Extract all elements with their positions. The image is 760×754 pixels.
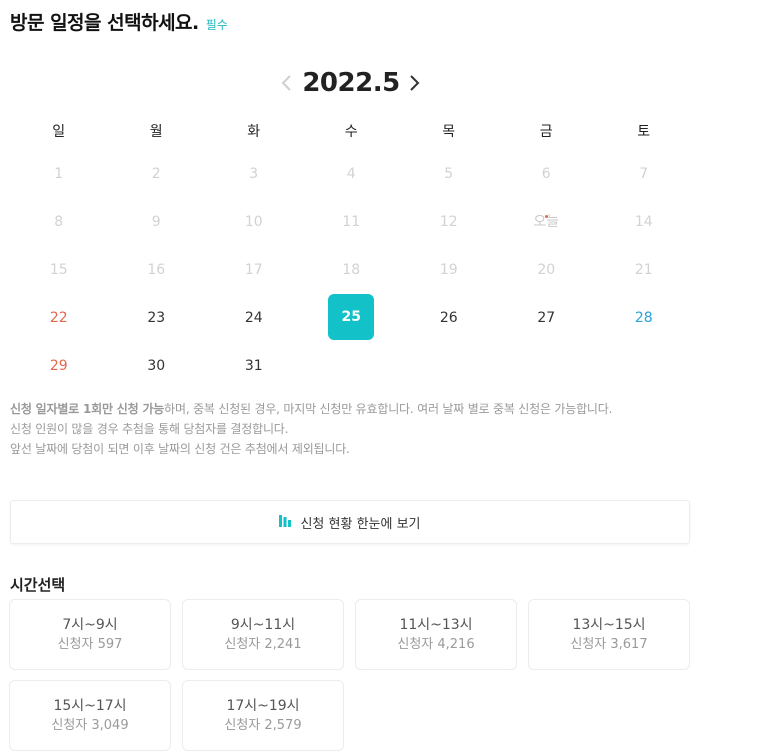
status-overview-button[interactable]: 신청 현황 한눈에 보기 bbox=[10, 500, 690, 544]
day-9: 9 bbox=[151, 214, 161, 230]
empty-cell bbox=[303, 342, 401, 390]
day-24[interactable]: 24 bbox=[205, 294, 303, 342]
day-16: 16 bbox=[147, 262, 166, 278]
slot-count: 신청자 2,241 bbox=[224, 636, 302, 652]
day-17: 17 bbox=[244, 262, 263, 278]
slot-count: 신청자 597 bbox=[57, 636, 123, 652]
chevron-right-icon bbox=[410, 75, 420, 91]
day-5: 5 bbox=[444, 166, 454, 182]
day-3: 3 bbox=[249, 166, 259, 182]
time-slot[interactable]: 13시~15시 신청자 3,617 bbox=[528, 599, 690, 670]
day-11: 11 bbox=[342, 214, 361, 230]
status-button-label: 신청 현황 한눈에 보기 bbox=[300, 516, 421, 532]
day-13-today: 오늘 bbox=[498, 198, 596, 246]
day-2: 2 bbox=[151, 166, 161, 182]
today-dot-icon bbox=[544, 215, 548, 218]
notice-text: 신청 일자별로 1회만 신청 가능하며, 중복 신청된 경우, 마지막 신청만 … bbox=[10, 399, 690, 459]
time-slot[interactable]: 11시~13시 신청자 4,216 bbox=[355, 599, 517, 670]
header: 방문 일정을 선택하세요. 필수 bbox=[10, 8, 228, 35]
day-12: 12 bbox=[439, 214, 458, 230]
slot-time: 9시~11시 bbox=[230, 616, 296, 633]
notice-line-2: 신청 인원이 많을 경우 추첨을 통해 당첨자를 결정합니다. bbox=[10, 422, 289, 436]
time-section-title: 시간선택 bbox=[10, 576, 66, 594]
bar-chart-icon bbox=[279, 514, 293, 531]
weekday-fri: 금 bbox=[539, 124, 553, 140]
empty-cell bbox=[595, 342, 693, 390]
day-30[interactable]: 30 bbox=[108, 342, 206, 390]
slot-time: 17시~19시 bbox=[226, 697, 300, 714]
slot-count: 신청자 4,216 bbox=[397, 636, 475, 652]
month-label: 2022.5 bbox=[302, 68, 400, 98]
calendar: 일 월 화 수 목 금 토 1 2 3 4 5 6 7 8 9 10 11 12… bbox=[10, 114, 692, 390]
slot-time: 11시~13시 bbox=[399, 616, 473, 633]
notice-bold: 신청 일자별로 1회만 신청 가능 bbox=[10, 402, 165, 416]
weekday-sat: 토 bbox=[637, 124, 651, 140]
slot-count: 신청자 3,617 bbox=[570, 636, 648, 652]
notice-line-1: 신청 일자별로 1회만 신청 가능하며, 중복 신청된 경우, 마지막 신청만 … bbox=[10, 399, 690, 419]
slot-count: 신청자 2,579 bbox=[224, 717, 302, 733]
day-22[interactable]: 22 bbox=[10, 294, 108, 342]
weekday-sun: 일 bbox=[52, 124, 66, 140]
day-6: 6 bbox=[541, 166, 551, 182]
day-20: 20 bbox=[537, 262, 556, 278]
notice-line-3: 앞선 날짜에 당첨이 되면 이후 날짜의 신청 건은 추첨에서 제외됩니다. bbox=[10, 442, 350, 456]
day-23[interactable]: 23 bbox=[108, 294, 206, 342]
day-27[interactable]: 27 bbox=[498, 294, 596, 342]
time-slot[interactable]: 17시~19시 신청자 2,579 bbox=[182, 680, 344, 751]
weekday-mon: 월 bbox=[149, 124, 163, 140]
calendar-days: 1 2 3 4 5 6 7 8 9 10 11 12 오늘 14 15 16 1… bbox=[10, 150, 692, 390]
time-slot[interactable]: 7시~9시 신청자 597 bbox=[9, 599, 171, 670]
required-badge: 필수 bbox=[205, 18, 228, 32]
day-21: 21 bbox=[634, 262, 653, 278]
day-19: 19 bbox=[439, 262, 458, 278]
page-title: 방문 일정을 선택하세요. bbox=[10, 12, 199, 34]
empty-cell bbox=[400, 342, 498, 390]
weekday-wed: 수 bbox=[344, 124, 358, 140]
next-month-button[interactable] bbox=[402, 68, 426, 98]
day-31[interactable]: 31 bbox=[205, 342, 303, 390]
day-10: 10 bbox=[244, 214, 263, 230]
weekday-header: 일 월 화 수 목 금 토 bbox=[10, 114, 692, 150]
day-28[interactable]: 28 bbox=[595, 294, 693, 342]
slot-time: 7시~9시 bbox=[62, 616, 118, 633]
day-1: 1 bbox=[54, 166, 64, 182]
slot-count: 신청자 3,049 bbox=[51, 717, 129, 733]
empty-cell bbox=[498, 342, 596, 390]
day-8: 8 bbox=[54, 214, 64, 230]
selected-day-box[interactable]: 25 bbox=[328, 294, 375, 340]
weekday-thu: 목 bbox=[442, 124, 456, 140]
day-26[interactable]: 26 bbox=[400, 294, 498, 342]
slot-time: 15시~17시 bbox=[53, 697, 127, 714]
day-15: 15 bbox=[49, 262, 68, 278]
slot-time: 13시~15시 bbox=[572, 616, 646, 633]
month-navigation: 2022.5 bbox=[0, 66, 700, 102]
time-slot[interactable]: 9시~11시 신청자 2,241 bbox=[182, 599, 344, 670]
day-29[interactable]: 29 bbox=[10, 342, 108, 390]
day-18: 18 bbox=[342, 262, 361, 278]
day-7: 7 bbox=[639, 166, 649, 182]
day-4: 4 bbox=[346, 166, 356, 182]
time-slot[interactable]: 15시~17시 신청자 3,049 bbox=[9, 680, 171, 751]
notice-line-1-rest: 하며, 중복 신청된 경우, 마지막 신청만 유효합니다. 여러 날짜 별로 중… bbox=[164, 402, 613, 416]
weekday-tue: 화 bbox=[247, 124, 261, 140]
day-14: 14 bbox=[634, 214, 653, 230]
time-slot-grid: 7시~9시 신청자 597 9시~11시 신청자 2,241 11시~13시 신… bbox=[9, 599, 691, 751]
day-25-selected[interactable]: 25 bbox=[303, 294, 401, 342]
